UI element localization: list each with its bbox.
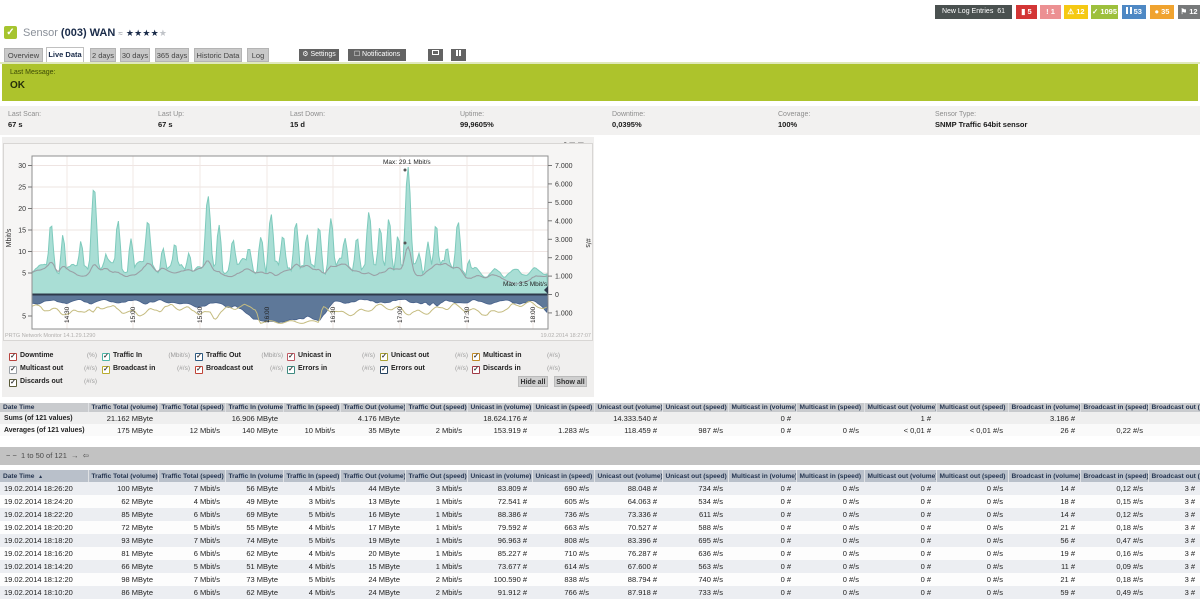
svg-text:4.000: 4.000: [555, 218, 573, 225]
svg-text:25: 25: [18, 185, 26, 192]
svg-text:Max: 29.1 Mbit/s: Max: 29.1 Mbit/s: [383, 159, 431, 166]
svg-text:2.000: 2.000: [555, 255, 573, 262]
svg-text:20: 20: [18, 206, 26, 213]
svg-text:3.000: 3.000: [555, 237, 573, 244]
svg-text:5: 5: [22, 271, 26, 278]
svg-text:16:00: 16:00: [264, 306, 271, 323]
svg-text:PRTG Network Monitor 14.1.29.1: PRTG Network Monitor 14.1.29.1290: [5, 333, 95, 339]
svg-text:6.000: 6.000: [555, 181, 573, 188]
svg-text:5: 5: [22, 314, 26, 321]
svg-text:15: 15: [18, 228, 26, 235]
svg-text:Mbit/s: Mbit/s: [6, 228, 13, 247]
svg-text:17:00: 17:00: [397, 306, 404, 323]
svg-text:15:30: 15:30: [197, 306, 204, 323]
svg-text:#/s: #/s: [584, 238, 591, 248]
svg-text:Max: 3.5 Mbit/s: Max: 3.5 Mbit/s: [503, 281, 548, 288]
svg-text:0: 0: [555, 292, 559, 299]
svg-text:10: 10: [18, 249, 26, 256]
svg-text:16:30: 16:30: [330, 306, 337, 323]
svg-text:7.000: 7.000: [555, 163, 573, 170]
svg-text:15:00: 15:00: [130, 306, 137, 323]
svg-text:1.000: 1.000: [555, 274, 573, 281]
svg-text:14:30: 14:30: [64, 306, 71, 323]
svg-text:19.02.2014 18:27:07: 19.02.2014 18:27:07: [541, 333, 591, 339]
svg-text:5.000: 5.000: [555, 200, 573, 207]
svg-text:18:00: 18:00: [530, 306, 537, 323]
svg-text:30: 30: [18, 163, 26, 170]
svg-text:17:30: 17:30: [464, 306, 471, 323]
svg-text:1.000: 1.000: [555, 310, 573, 317]
